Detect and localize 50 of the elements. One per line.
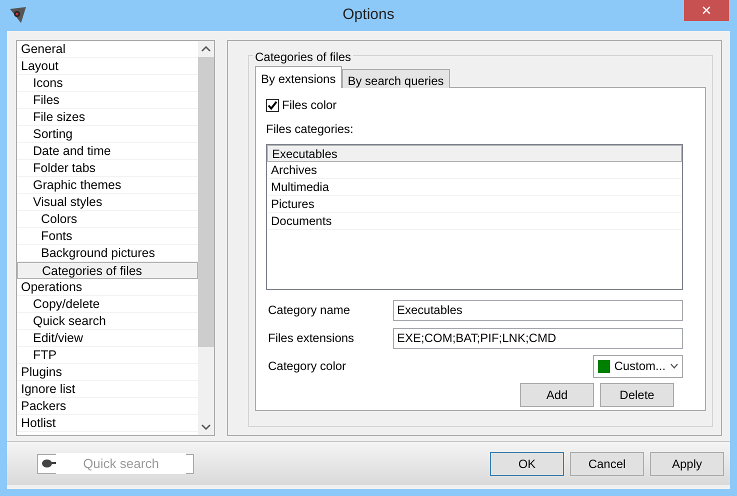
tree-item[interactable]: FTP	[17, 347, 198, 364]
list-item[interactable]: Documents	[267, 213, 682, 230]
scrollbar-thumb[interactable]	[198, 57, 214, 347]
tree-item[interactable]: Quick search	[17, 313, 198, 330]
field-label: Files extensions	[267, 330, 356, 347]
close-button[interactable]: ✕	[684, 0, 729, 21]
dropdown-caret-icon	[670, 363, 678, 369]
field-label: Category name	[267, 302, 352, 319]
list-item[interactable]: Executables	[267, 145, 682, 162]
tree-item[interactable]: General	[17, 41, 198, 58]
tab[interactable]: By search queries	[342, 69, 450, 88]
files-color-checkbox[interactable]	[266, 98, 279, 112]
dialog-button[interactable]: Apply	[650, 452, 724, 476]
dialog-button[interactable]: OK	[490, 452, 564, 476]
tree-item[interactable]: Graphic themes	[17, 177, 198, 194]
list-item[interactable]: Archives	[267, 162, 682, 179]
checkbox-label: Files color	[282, 97, 337, 114]
list-button[interactable]: Delete	[600, 383, 674, 407]
tree-item[interactable]: Colors	[17, 211, 198, 228]
tree-item[interactable]: Copy/delete	[17, 296, 198, 313]
tree-item[interactable]: Hotlist	[17, 415, 198, 432]
tree-item[interactable]: File sizes	[17, 109, 198, 126]
tree-item[interactable]: Plugins	[17, 364, 198, 381]
tree-item[interactable]: Edit/view	[17, 330, 198, 347]
quick-search-field[interactable]: Quick search	[37, 454, 194, 474]
tree-item[interactable]: Visual styles	[17, 194, 198, 211]
tree-item[interactable]: Categories of files	[17, 262, 198, 279]
tree-item[interactable]: Sorting	[17, 126, 198, 143]
window-title: Options	[342, 5, 394, 26]
tree-item[interactable]: Layout	[17, 58, 198, 75]
text-field[interactable]: EXE;COM;BAT;PIF;LNK;CMD	[393, 328, 683, 348]
field-label: Category color	[267, 358, 348, 375]
list-label: Files categories:	[266, 121, 354, 138]
tree-item[interactable]: Icons	[17, 75, 198, 92]
app-icon	[9, 6, 27, 24]
list-item[interactable]: Multimedia	[267, 179, 682, 196]
list-item[interactable]: Pictures	[267, 196, 682, 213]
tree-item[interactable]: Packers	[17, 398, 198, 415]
tab[interactable]: By extensions	[255, 66, 342, 88]
list-button[interactable]: Add	[520, 383, 594, 407]
tree-item[interactable]: Files	[17, 92, 198, 109]
text-field[interactable]: Executables	[393, 300, 683, 320]
tree-item[interactable]: Operations	[17, 279, 198, 296]
tree-item[interactable]: Folder tabs	[17, 160, 198, 177]
color-dropdown[interactable]: Custom...	[593, 354, 683, 378]
eye-icon	[42, 459, 56, 468]
tree-item[interactable]: Ignore list	[17, 381, 198, 398]
dialog-button[interactable]: Cancel	[570, 452, 644, 476]
tree-item[interactable]: Date and time	[17, 143, 198, 160]
tree-item[interactable]: Fonts	[17, 228, 198, 245]
